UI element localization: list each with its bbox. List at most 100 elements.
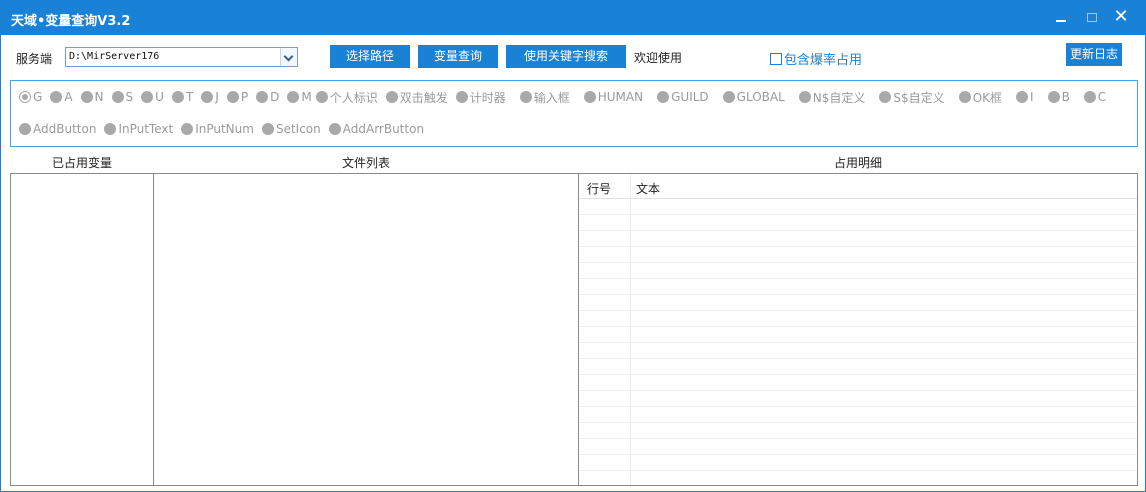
radio-icon[interactable]	[256, 91, 269, 103]
radio-option[interactable]: N$自定义	[798, 89, 866, 105]
radio-option[interactable]: C	[1083, 89, 1107, 105]
select-path-button[interactable]: 选择路径	[330, 45, 410, 68]
radio-option[interactable]: GUILD	[657, 89, 709, 105]
radio-icon[interactable]	[1016, 91, 1029, 103]
grid-rows[interactable]	[579, 199, 1137, 485]
close-button[interactable]: ✕	[1109, 6, 1133, 28]
radio-label: AddButton	[33, 122, 97, 136]
radio-label: P	[240, 90, 249, 104]
radio-label: C	[1097, 90, 1107, 104]
radio-label: 双击触发	[399, 90, 448, 105]
include-drop-checkbox[interactable]: 包含爆率占用	[770, 49, 862, 68]
radio-option[interactable]: I	[1016, 89, 1034, 105]
file-list[interactable]	[153, 173, 579, 486]
query-button[interactable]: 变量查询	[418, 45, 498, 68]
used-variables-header: 已占用变量	[51, 156, 112, 170]
radio-option[interactable]: HUMAN	[583, 89, 644, 105]
radio-icon[interactable]	[50, 91, 63, 103]
maximize-button[interactable]	[1079, 6, 1103, 28]
chevron-down-icon[interactable]	[280, 48, 297, 66]
radio-option[interactable]: 计时器	[455, 89, 506, 105]
radio-label: U	[155, 90, 164, 104]
checkbox-icon[interactable]	[770, 53, 782, 65]
radio-label: B	[1061, 90, 1070, 104]
radio-option[interactable]: 个人标识	[315, 89, 378, 105]
radio-icon[interactable]	[80, 91, 93, 103]
column-header-line[interactable]: 行号	[587, 180, 611, 197]
radio-icon[interactable]	[455, 91, 468, 103]
radio-icon[interactable]	[104, 123, 117, 135]
radio-option[interactable]: AddButton	[19, 121, 96, 137]
radio-option[interactable]: 双击触发	[385, 89, 448, 105]
radio-icon[interactable]	[722, 91, 735, 103]
radio-option[interactable]: InPutNum	[181, 121, 254, 137]
radio-option[interactable]: OK框	[958, 89, 1002, 105]
radio-option[interactable]: InPutText	[104, 121, 173, 137]
radio-icon[interactable]	[181, 123, 194, 135]
radio-icon[interactable]	[958, 91, 971, 103]
radio-icon[interactable]	[519, 91, 532, 103]
variable-type-row-2: AddButton InPutText InPutNum SetIcon AddArrB…	[19, 121, 432, 137]
radio-icon[interactable]	[798, 91, 811, 103]
radio-label: T	[185, 90, 194, 104]
radio-option[interactable]: 输入框	[519, 89, 570, 105]
radio-icon[interactable]	[657, 91, 670, 103]
radio-icon[interactable]	[879, 91, 892, 103]
radio-option[interactable]: M	[287, 89, 312, 105]
changelog-button[interactable]: 更新日志	[1066, 43, 1122, 66]
server-label: 服务端	[16, 52, 53, 66]
variable-type-row-1: G A N S U T J P D M 个人标识 双击触发 计时器 输入框 HUMAN GUILD GLOBAL…	[19, 89, 1120, 105]
window-title: 天域•变量查询V3.2	[11, 14, 131, 29]
radio-icon[interactable]	[171, 91, 184, 103]
radio-option[interactable]: SetIcon	[261, 121, 321, 137]
radio-label: InPutNum	[195, 122, 254, 136]
radio-option[interactable]: T	[171, 89, 194, 105]
radio-icon[interactable]	[315, 91, 328, 103]
radio-option[interactable]: D	[256, 89, 279, 105]
radio-option[interactable]: B	[1047, 89, 1070, 105]
radio-option[interactable]: P	[226, 89, 249, 105]
radio-label: A	[64, 90, 73, 104]
used-variables-list[interactable]	[10, 173, 154, 486]
usage-detail-grid[interactable]: 行号 文本	[578, 173, 1138, 486]
radio-icon[interactable]	[201, 91, 214, 103]
radio-icon[interactable]	[1083, 91, 1096, 103]
radio-icon[interactable]	[19, 123, 31, 135]
radio-label: AddArrButton	[342, 122, 425, 136]
radio-label: 计时器	[469, 90, 506, 105]
radio-icon[interactable]	[328, 123, 341, 135]
title-bar[interactable]: 天域•变量查询V3.2 ✕	[1, 1, 1145, 35]
minimize-button[interactable]	[1049, 6, 1073, 28]
radio-label: 输入框	[533, 90, 570, 105]
column-header-text[interactable]: 文本	[636, 180, 660, 197]
radio-option[interactable]: N	[80, 89, 104, 105]
radio-icon[interactable]	[385, 91, 398, 103]
radio-label: S$自定义	[893, 90, 945, 105]
radio-label: GUILD	[671, 90, 709, 104]
radio-label: G	[33, 90, 43, 104]
radio-option[interactable]: GLOBAL	[722, 89, 785, 105]
radio-label: GLOBAL	[736, 90, 785, 104]
radio-icon[interactable]	[261, 123, 274, 135]
radio-icon[interactable]	[226, 91, 239, 103]
usage-detail-header: 占用明细	[833, 156, 882, 170]
radio-option[interactable]: A	[50, 89, 73, 105]
radio-icon[interactable]	[583, 91, 596, 103]
radio-icon[interactable]	[1047, 91, 1060, 103]
radio-option[interactable]: G	[19, 89, 42, 105]
keyword-search-button[interactable]: 使用关键字搜索	[506, 45, 626, 68]
main-window: 天域•变量查询V3.2 ✕ 服务端 D:\MirServer176 选择路径 变…	[0, 0, 1146, 492]
radio-label: HUMAN	[597, 90, 644, 104]
server-path-select[interactable]: D:\MirServer176	[65, 47, 298, 67]
radio-option[interactable]: S$自定义	[879, 89, 945, 105]
radio-option[interactable]: U	[141, 89, 164, 105]
radio-label: N$自定义	[812, 90, 866, 105]
file-list-header: 文件列表	[341, 156, 390, 170]
radio-icon[interactable]	[111, 91, 124, 103]
radio-option[interactable]: S	[111, 89, 133, 105]
radio-icon[interactable]	[19, 91, 31, 103]
radio-icon[interactable]	[141, 91, 154, 103]
radio-icon[interactable]	[287, 91, 300, 103]
radio-option[interactable]: J	[201, 89, 219, 105]
radio-option[interactable]: AddArrButton	[328, 121, 425, 137]
